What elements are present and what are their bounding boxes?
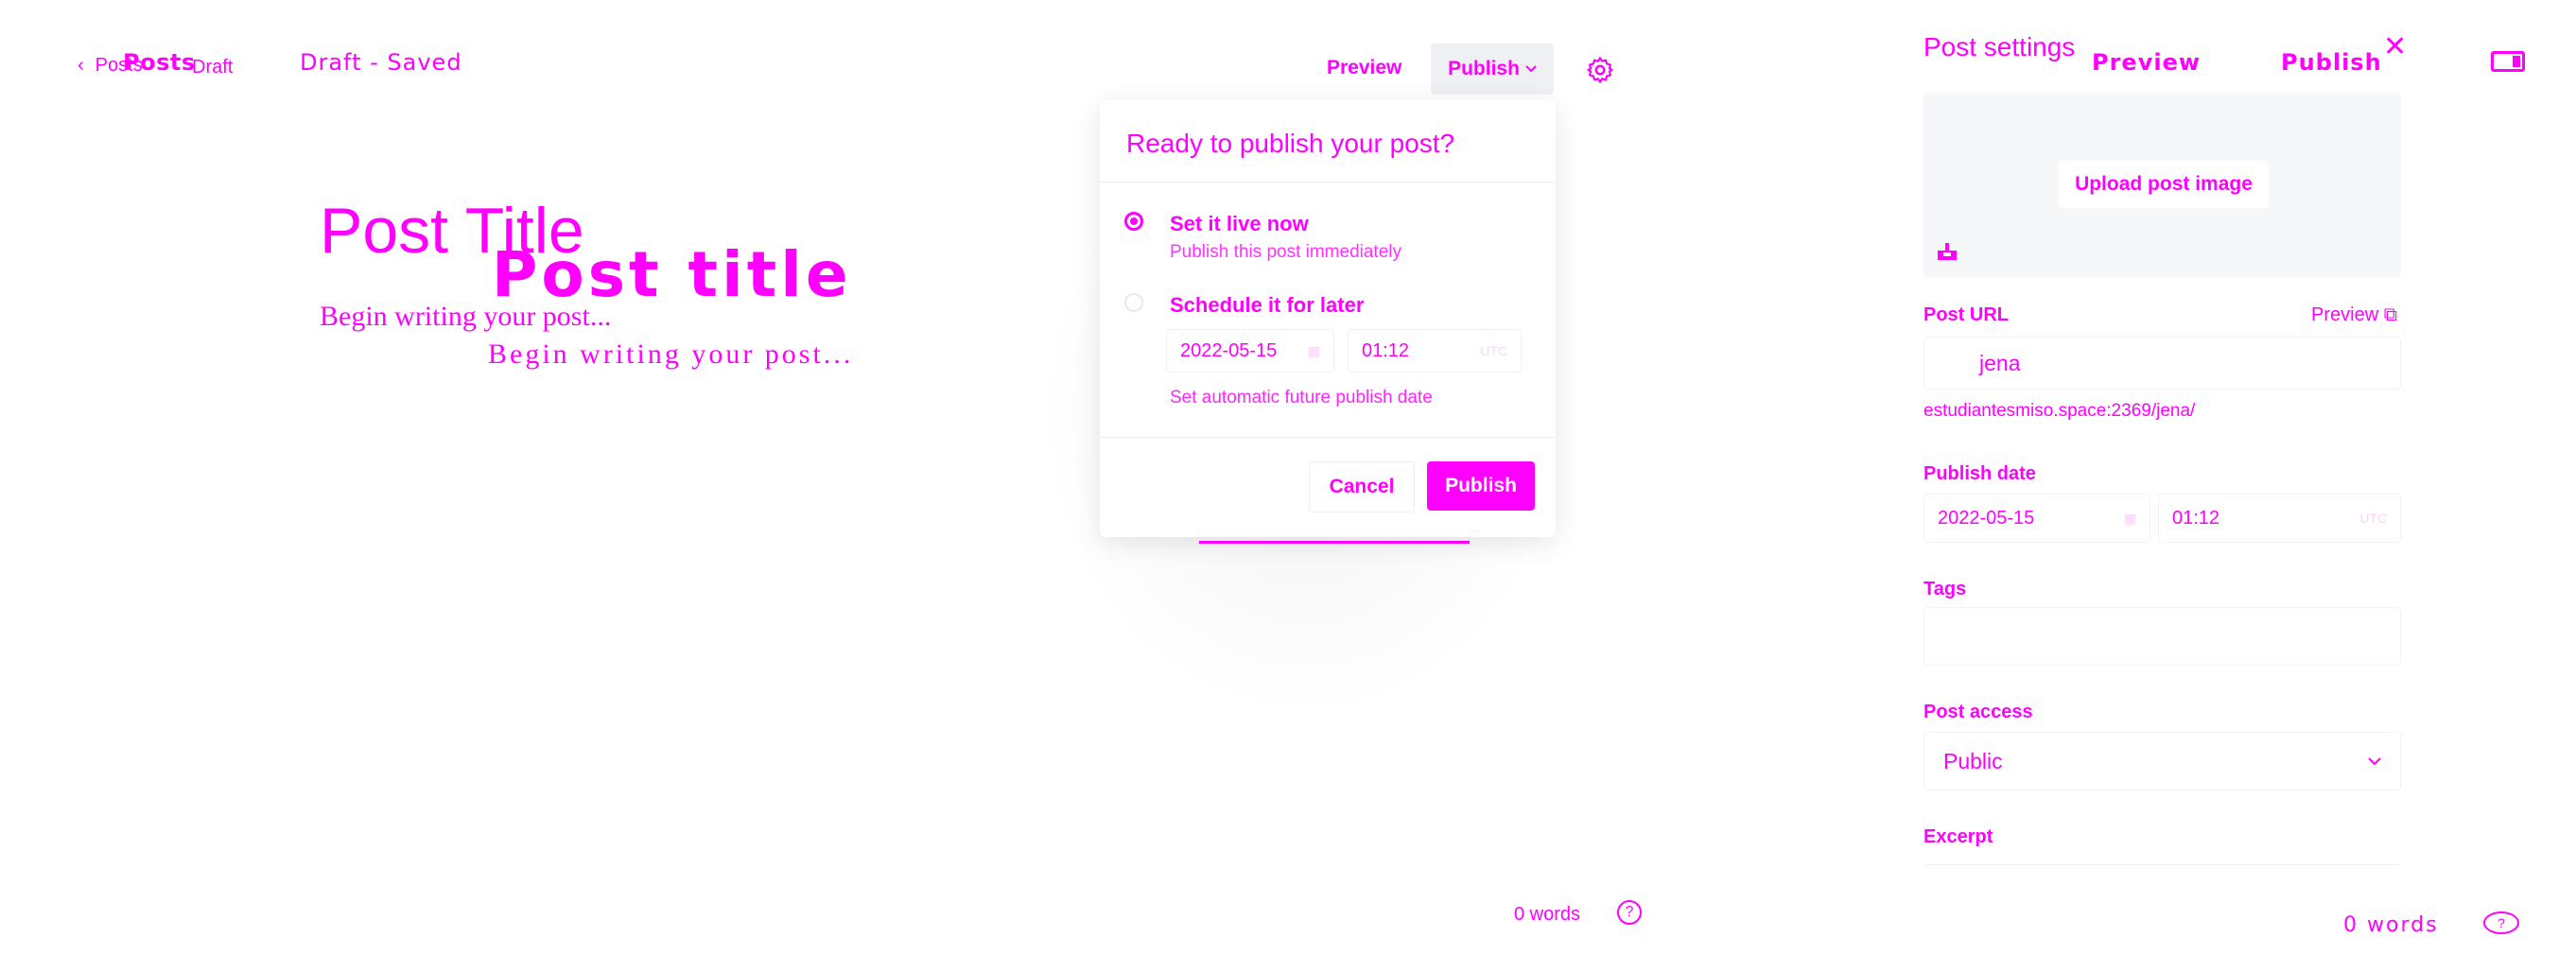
schedule-date-value: 2022-05-15	[1180, 339, 1278, 361]
chevron-left-icon: ‹	[78, 55, 84, 76]
draft-status-small: Draft	[192, 57, 234, 78]
image-upload-icon	[1938, 243, 1957, 260]
url-preview-link[interactable]: Preview ⧉	[2311, 304, 2397, 326]
excerpt-input[interactable]	[1923, 855, 2401, 865]
modal-title: Ready to publish your post?	[1126, 129, 1455, 158]
option-live-label[interactable]: Set it live now	[1170, 212, 1309, 236]
publish-time-value: 01:12	[2172, 507, 2220, 529]
help-icon[interactable]: ?	[1617, 900, 1642, 925]
post-image-dropzone[interactable]: Upload post image	[1923, 93, 2401, 277]
help-icon-right[interactable]: ?	[2483, 911, 2519, 934]
calendar-icon: ▦	[1307, 342, 1320, 358]
publish-date-label: Publish date	[1923, 463, 2036, 484]
calendar-icon: ▦	[2123, 510, 2136, 526]
timezone-label: UTC	[2359, 511, 2387, 526]
upload-image-button[interactable]: Upload post image	[2059, 161, 2269, 208]
post-access-select[interactable]: Public	[1923, 732, 2401, 790]
option-schedule-label[interactable]: Schedule it for later	[1170, 293, 1364, 318]
settings-publish-ghost: Publish	[2281, 49, 2382, 76]
publish-modal: Ready to publish your post? Set it live …	[1100, 100, 1556, 537]
tags-input[interactable]	[1923, 607, 2401, 666]
schedule-time-value: 01:12	[1362, 339, 1410, 361]
excerpt-label: Excerpt	[1923, 826, 1993, 847]
publish-menu-label: Publish	[1448, 58, 1520, 79]
post-body-ghost: Begin writing your post...	[488, 338, 854, 370]
settings-gear-icon[interactable]	[1585, 55, 1615, 85]
preview-button[interactable]: Preview	[1327, 57, 1401, 79]
radio-live-now[interactable]	[1124, 212, 1143, 231]
post-body-input[interactable]: Begin writing your post...	[320, 301, 611, 333]
cancel-button[interactable]: Cancel	[1309, 461, 1415, 512]
word-count-right: 0 words	[2343, 913, 2439, 937]
chevron-down-icon	[1525, 65, 1537, 73]
option-live-desc: Publish this post immediately	[1170, 242, 1401, 262]
schedule-time-input[interactable]: 01:12 UTC	[1348, 329, 1522, 373]
settings-title: Post settings	[1923, 32, 2076, 61]
timezone-label: UTC	[1480, 343, 1507, 358]
draft-saved-status: Draft - Saved	[300, 49, 462, 76]
url-preview-label: Preview	[2311, 304, 2379, 325]
publish-date-value: 2022-05-15	[1938, 507, 2035, 529]
tags-label: Tags	[1923, 579, 1967, 599]
publish-date-input[interactable]: 2022-05-15 ▦	[1923, 494, 2150, 543]
post-url-full: estudiantesmiso.space:2369/jena/	[1923, 401, 2196, 421]
settings-preview-ghost: Preview	[2092, 49, 2202, 76]
external-link-icon: ⧉	[2383, 304, 2397, 325]
post-url-input[interactable]: jena	[1923, 337, 2401, 390]
publish-time-input[interactable]: 01:12 UTC	[2158, 494, 2401, 543]
post-access-value: Public	[1943, 748, 2003, 773]
schedule-hint: Set automatic future publish date	[1170, 388, 1433, 408]
sidebar-toggle-icon[interactable]	[2491, 51, 2525, 72]
publish-confirm-button[interactable]: Publish	[1427, 461, 1535, 511]
post-url-label: Post URL	[1923, 304, 2009, 325]
chevron-down-icon	[2368, 756, 2381, 765]
publish-menu-button[interactable]: Publish	[1431, 43, 1554, 95]
modal-divider	[1100, 437, 1556, 438]
post-access-label: Post access	[1923, 702, 2033, 722]
close-icon[interactable]: ✕	[2383, 30, 2407, 63]
word-count: 0 words	[1514, 904, 1581, 925]
posts-breadcrumb[interactable]: Posts	[123, 49, 196, 76]
schedule-date-input[interactable]: 2022-05-15 ▦	[1166, 329, 1334, 373]
radio-schedule-later[interactable]	[1124, 293, 1143, 312]
focus-underline	[1199, 541, 1470, 544]
